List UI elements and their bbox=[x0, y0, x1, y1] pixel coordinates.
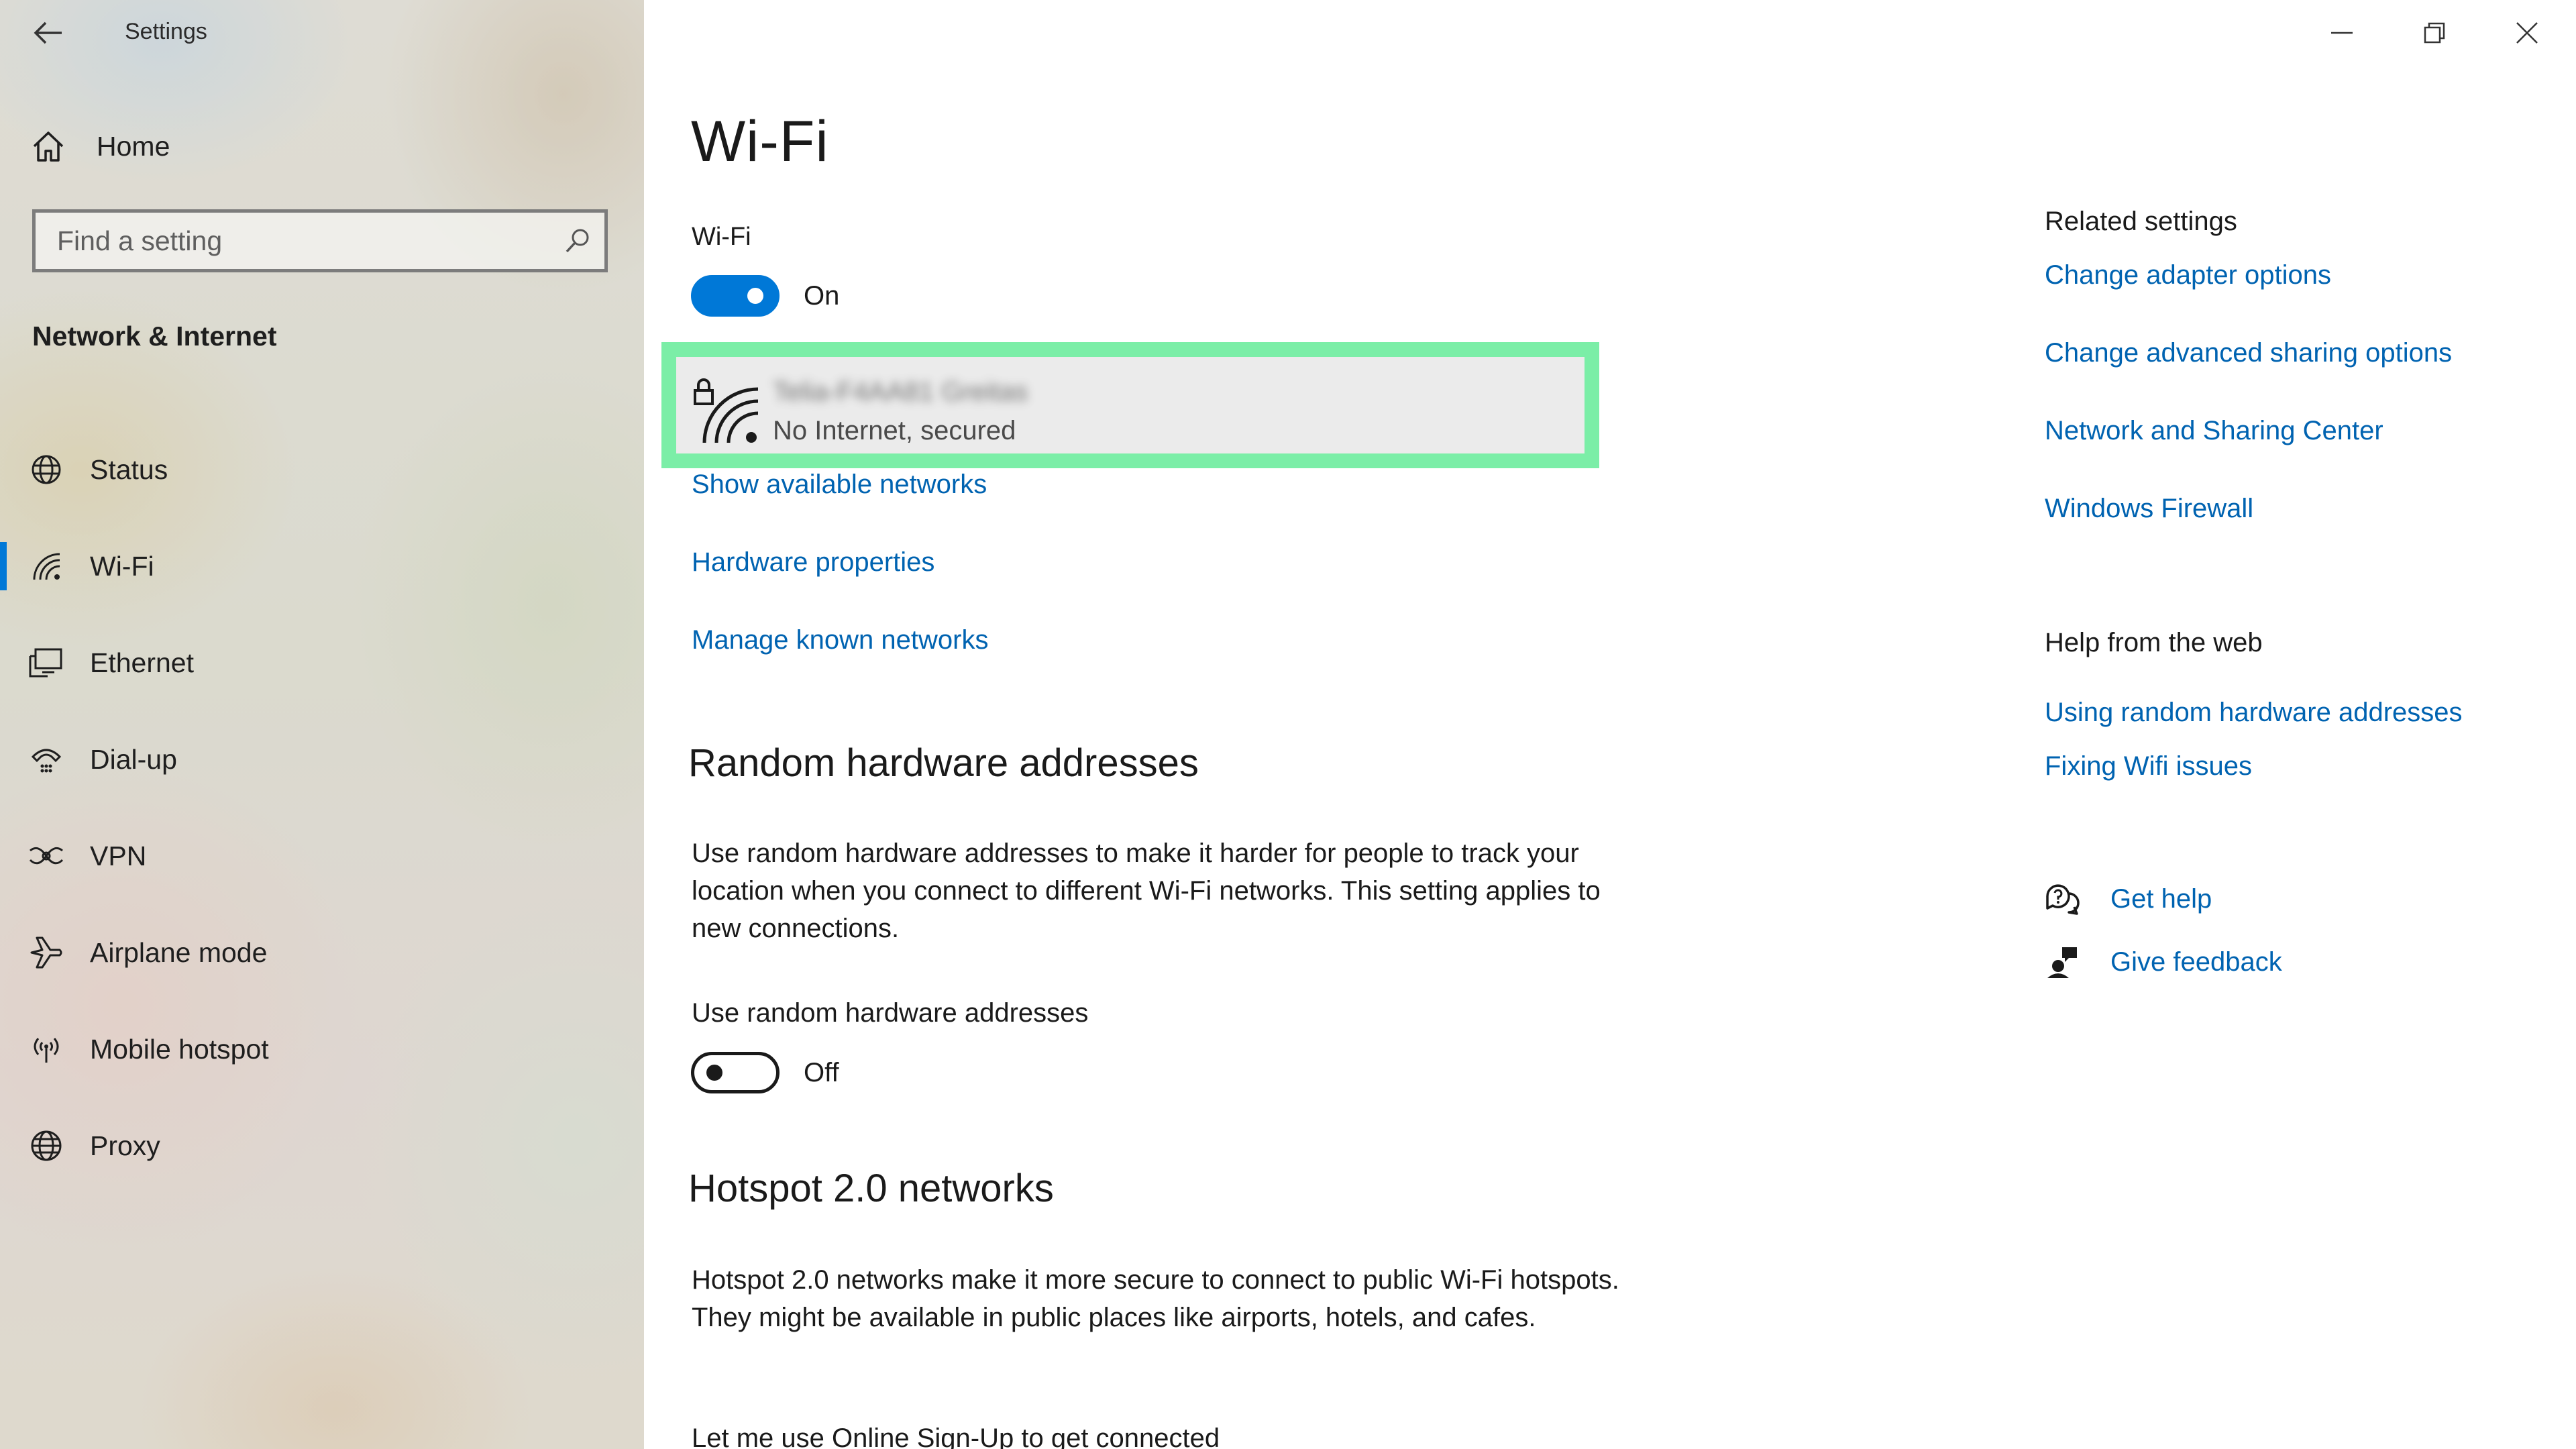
home-label: Home bbox=[97, 130, 170, 162]
connected-network-card[interactable]: Telia-F4AA81 Greitas No Internet, secure… bbox=[661, 342, 1599, 468]
vpn-icon bbox=[0, 843, 97, 869]
home-icon bbox=[33, 131, 64, 162]
random-hw-toggle[interactable] bbox=[691, 1052, 780, 1093]
sidebar-home[interactable]: Home bbox=[31, 126, 170, 166]
sidebar-item-wifi[interactable]: Wi-Fi bbox=[0, 518, 644, 614]
hotspot-heading: Hotspot 2.0 networks bbox=[688, 1167, 1054, 1210]
network-sharing-center-link[interactable]: Network and Sharing Center bbox=[2045, 416, 2383, 446]
help-from-web-title: Help from the web bbox=[2045, 628, 2263, 657]
network-name: Telia-F4AA81 Greitas bbox=[773, 377, 1028, 407]
hardware-properties-link[interactable]: Hardware properties bbox=[692, 547, 934, 578]
get-help-icon bbox=[2046, 884, 2080, 915]
back-button[interactable] bbox=[24, 12, 72, 54]
sidebar-item-label: VPN bbox=[90, 840, 147, 871]
change-adapter-options-link[interactable]: Change adapter options bbox=[2045, 260, 2331, 290]
sidebar-item-ethernet[interactable]: Ethernet bbox=[0, 614, 644, 711]
sidebar-item-mobile-hotspot[interactable]: Mobile hotspot bbox=[0, 1001, 644, 1097]
restore-button[interactable] bbox=[2398, 9, 2471, 56]
online-signup-label: Let me use Online Sign-Up to get connect… bbox=[692, 1424, 1220, 1449]
globe-icon bbox=[0, 1128, 97, 1163]
ethernet-icon bbox=[0, 645, 97, 680]
fixing-wifi-help-link[interactable]: Fixing Wifi issues bbox=[2045, 751, 2252, 782]
random-hw-description: Use random hardware addresses to make it… bbox=[692, 839, 1601, 943]
sidebar-item-vpn[interactable]: VPN bbox=[0, 808, 644, 904]
get-help-row[interactable]: Get help bbox=[2045, 883, 2212, 915]
sidebar-item-label: Mobile hotspot bbox=[90, 1033, 269, 1065]
sidebar-item-label: Status bbox=[90, 453, 168, 485]
search-box[interactable] bbox=[32, 209, 608, 272]
random-hw-heading: Random hardware addresses bbox=[688, 741, 1199, 785]
search-icon[interactable] bbox=[551, 227, 604, 254]
feedback-icon bbox=[2047, 947, 2077, 978]
search-input[interactable] bbox=[36, 213, 551, 268]
hotspot-icon bbox=[0, 1032, 97, 1067]
close-button[interactable] bbox=[2490, 9, 2564, 56]
sidebar-item-label: Ethernet bbox=[90, 647, 194, 678]
toggle-knob bbox=[706, 1065, 722, 1081]
wifi-icon bbox=[0, 549, 97, 584]
show-available-networks-link[interactable]: Show available networks bbox=[692, 470, 987, 500]
sidebar-item-label: Airplane mode bbox=[90, 936, 268, 968]
settings-window: Settings Home Network & Internet bbox=[0, 0, 2576, 1449]
give-feedback-link[interactable]: Give feedback bbox=[2110, 947, 2282, 977]
app-title: Settings bbox=[125, 19, 207, 44]
wifi-toggle-label: Wi-Fi bbox=[692, 223, 751, 251]
change-advanced-sharing-link[interactable]: Change advanced sharing options bbox=[2045, 338, 2452, 368]
dialup-icon bbox=[0, 742, 97, 777]
windows-firewall-link[interactable]: Windows Firewall bbox=[2045, 494, 2253, 524]
minimize-button[interactable] bbox=[2305, 9, 2379, 56]
sidebar-item-proxy[interactable]: Proxy bbox=[0, 1097, 644, 1194]
sidebar-item-dialup[interactable]: Dial-up bbox=[0, 711, 644, 808]
give-feedback-row[interactable]: Give feedback bbox=[2045, 945, 2282, 979]
network-card-content: Telia-F4AA81 Greitas No Internet, secure… bbox=[676, 357, 1585, 453]
airplane-icon bbox=[0, 935, 97, 970]
section-title: Network & Internet bbox=[32, 321, 277, 352]
random-hw-toggle-row: Off bbox=[691, 1052, 839, 1093]
globe-status-icon bbox=[0, 452, 97, 487]
hotspot-description: Hotspot 2.0 networks make it more secure… bbox=[692, 1265, 1619, 1332]
sidebar-item-label: Proxy bbox=[90, 1130, 160, 1161]
sidebar-item-airplane[interactable]: Airplane mode bbox=[0, 904, 644, 1001]
close-icon bbox=[2516, 22, 2538, 44]
random-hw-toggle-state: Off bbox=[804, 1057, 839, 1087]
related-settings-title: Related settings bbox=[2045, 207, 2237, 236]
sidebar: Settings Home Network & Internet bbox=[0, 0, 644, 1449]
random-hw-help-link[interactable]: Using random hardware addresses bbox=[2045, 698, 2463, 728]
manage-known-networks-link[interactable]: Manage known networks bbox=[692, 625, 988, 655]
network-status: No Internet, secured bbox=[773, 416, 1016, 445]
sidebar-item-status[interactable]: Status bbox=[0, 421, 644, 518]
page-title: Wi-Fi bbox=[691, 109, 829, 174]
main-content: Wi-Fi Wi-Fi On Telia-F4AA81 Greitas No I… bbox=[644, 0, 2576, 1449]
restore-icon bbox=[2424, 22, 2445, 44]
wifi-toggle-state: On bbox=[804, 280, 840, 311]
sidebar-item-label: Dial-up bbox=[90, 743, 177, 775]
minimize-icon bbox=[2331, 32, 2353, 34]
toggle-knob bbox=[747, 288, 763, 304]
random-hw-toggle-label: Use random hardware addresses bbox=[692, 998, 1089, 1028]
secured-wifi-icon bbox=[694, 378, 759, 443]
sidebar-nav: Status Wi-Fi Ethernet Dial-up VPN Airpla… bbox=[0, 421, 644, 1194]
wifi-toggle-row: On bbox=[691, 275, 839, 317]
back-arrow-icon bbox=[34, 21, 62, 44]
wifi-toggle[interactable] bbox=[691, 275, 780, 317]
sidebar-item-label: Wi-Fi bbox=[90, 550, 154, 582]
get-help-link[interactable]: Get help bbox=[2110, 884, 2212, 914]
